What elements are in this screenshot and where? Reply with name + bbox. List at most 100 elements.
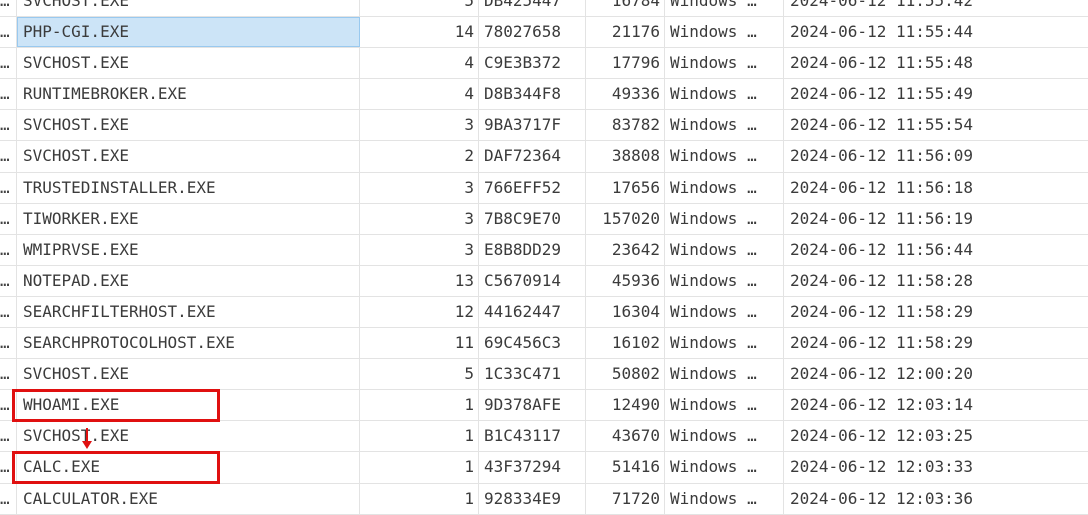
table-row[interactable]: … SVCHOST.EXE 5 DB425447 16784 Windows … 2024-… bbox=[0, 0, 1088, 18]
table-row[interactable]: … TIWORKER.EXE 3 7B8C9E70 157020 Windows … 202… bbox=[0, 203, 1088, 235]
hash-cell: 44162447 bbox=[479, 296, 586, 328]
row-expander-cell[interactable]: … bbox=[0, 421, 17, 452]
count-cell: 3 bbox=[360, 234, 479, 265]
os-cell: Windows … bbox=[665, 483, 784, 514]
timestamp-cell: 2024-06-12 11:58:29 bbox=[790, 333, 974, 353]
row-expander-cell[interactable]: … bbox=[0, 110, 17, 141]
table-row[interactable]: … CALC.EXE 1 43F37294 51416 Windows … 2024-06-… bbox=[0, 452, 1088, 484]
process-name-cell[interactable]: NOTEPAD.EXE bbox=[17, 265, 360, 296]
process-name-cell[interactable]: RUNTIMEBROKER.EXE bbox=[17, 79, 360, 110]
os-cell: Windows … bbox=[665, 79, 784, 110]
size-cell: 49336 bbox=[586, 79, 665, 110]
count-cell: 11 bbox=[360, 328, 479, 359]
process-name-cell[interactable]: SVCHOST.EXE bbox=[17, 110, 360, 141]
os-cell: Windows … bbox=[665, 296, 784, 328]
hash-cell: D8B344F8 bbox=[479, 79, 586, 110]
row-expander-cell[interactable]: … bbox=[0, 17, 17, 48]
size-cell: 16784 bbox=[586, 0, 665, 17]
hash-cell: DB425447 bbox=[479, 0, 586, 17]
table-row[interactable]: … SVCHOST.EXE 1 B1C43117 43670 Windows … 2024-… bbox=[0, 421, 1088, 453]
table-row[interactable]: … WMIPRVSE.EXE 3 E8B8DD29 23642 Windows … 2024… bbox=[0, 234, 1088, 266]
row-expander-cell[interactable]: … bbox=[0, 359, 17, 390]
table-row[interactable]: … SVCHOST.EXE 2 DAF72364 38808 Windows … 2024-… bbox=[0, 141, 1088, 173]
size-cell: 17796 bbox=[586, 48, 665, 79]
process-name-cell[interactable]: SEARCHPROTOCOLHOST.EXE bbox=[17, 328, 360, 359]
count-cell: 5 bbox=[360, 0, 479, 17]
os-cell: Windows … bbox=[665, 48, 784, 79]
process-name-cell[interactable]: TRUSTEDINSTALLER.EXE bbox=[17, 172, 360, 203]
down-arrow-annotation-icon bbox=[82, 428, 92, 449]
process-name-cell[interactable]: CALC.EXE bbox=[17, 452, 360, 483]
hash-cell: 1C33C471 bbox=[479, 359, 586, 390]
count-cell: 12 bbox=[360, 296, 479, 328]
row-expander-cell[interactable]: … bbox=[0, 328, 17, 359]
row-expander-cell[interactable]: … bbox=[0, 172, 17, 203]
process-name-cell[interactable]: SVCHOST.EXE bbox=[17, 421, 360, 452]
table-row[interactable]: … SVCHOST.EXE 5 1C33C471 50802 Windows … 2024-… bbox=[0, 359, 1088, 391]
hash-cell: 9BA3717F bbox=[479, 110, 586, 141]
table-row[interactable]: … SVCHOST.EXE 4 C9E3B372 17796 Windows … 2024-… bbox=[0, 48, 1088, 80]
row-expander-cell[interactable]: … bbox=[0, 483, 17, 514]
timestamp-cell: 2024-06-12 11:56:19 bbox=[790, 208, 974, 228]
table-row[interactable]: … SEARCHPROTOCOLHOST.EXE 11 69C456C3 16102 Wi… bbox=[0, 328, 1088, 360]
process-name-cell[interactable]: TIWORKER.EXE bbox=[17, 203, 360, 234]
size-cell: 38808 bbox=[586, 141, 665, 172]
process-name-cell[interactable]: SVCHOST.EXE bbox=[17, 359, 360, 390]
os-cell: Windows … bbox=[665, 328, 784, 359]
size-cell: 21176 bbox=[586, 17, 665, 48]
row-expander-cell[interactable]: … bbox=[0, 141, 17, 172]
size-cell: 16102 bbox=[586, 328, 665, 359]
process-name-cell[interactable]: CALCULATOR.EXE bbox=[17, 483, 360, 514]
row-expander-cell[interactable]: … bbox=[0, 48, 17, 79]
hash-cell: 78027658 bbox=[479, 17, 586, 48]
count-cell: 1 bbox=[360, 390, 479, 421]
process-name-cell[interactable]: SVCHOST.EXE bbox=[17, 141, 360, 172]
count-cell: 3 bbox=[360, 110, 479, 141]
table-row[interactable]: … CALCULATOR.EXE 1 928334E9 71720 Windows … 20… bbox=[0, 483, 1088, 515]
row-expander-cell[interactable]: … bbox=[0, 0, 17, 17]
count-cell: 5 bbox=[360, 359, 479, 390]
table-row[interactable]: … NOTEPAD.EXE 13 C5670914 45936 Windows … 2024… bbox=[0, 265, 1088, 297]
count-cell: 1 bbox=[360, 452, 479, 483]
row-expander-cell[interactable]: … bbox=[0, 296, 17, 328]
timestamp-cell: 2024-06-12 11:56:09 bbox=[790, 146, 974, 166]
count-cell: 1 bbox=[360, 421, 479, 452]
size-cell: 17656 bbox=[586, 172, 665, 203]
table-row[interactable]: … SVCHOST.EXE 3 9BA3717F 83782 Windows … 2024-… bbox=[0, 110, 1088, 142]
count-cell: 4 bbox=[360, 79, 479, 110]
timestamp-cell: 2024-06-12 12:03:36 bbox=[790, 488, 974, 508]
process-name-cell[interactable]: WHOAMI.EXE bbox=[17, 390, 360, 421]
hash-cell: 69C456C3 bbox=[479, 328, 586, 359]
table-row[interactable]: … TRUSTEDINSTALLER.EXE 3 766EFF52 17656 Windo… bbox=[0, 172, 1088, 204]
hash-cell: 766EFF52 bbox=[479, 172, 586, 203]
row-expander-cell[interactable]: … bbox=[0, 234, 17, 265]
hash-cell: E8B8DD29 bbox=[479, 234, 586, 265]
timestamp-cell: 2024-06-12 12:03:14 bbox=[790, 395, 974, 415]
os-cell: Windows … bbox=[665, 359, 784, 390]
row-expander-cell[interactable]: … bbox=[0, 79, 17, 110]
table-row[interactable]: … SEARCHFILTERHOST.EXE 12 44162447 16304 Wind… bbox=[0, 296, 1088, 329]
row-expander-cell[interactable]: … bbox=[0, 203, 17, 234]
row-expander-cell[interactable]: … bbox=[0, 452, 17, 483]
timestamp-cell: 2024-06-12 11:55:44 bbox=[790, 22, 974, 42]
process-name-cell[interactable]: SEARCHFILTERHOST.EXE bbox=[17, 296, 360, 328]
timestamp-cell: 2024-06-12 11:55:48 bbox=[790, 53, 974, 73]
hash-cell: C9E3B372 bbox=[479, 48, 586, 79]
table-row[interactable]: … PHP-CGI.EXE 14 78027658 21176 Windows … 2024… bbox=[0, 17, 1088, 49]
row-expander-cell[interactable]: … bbox=[0, 265, 17, 296]
table-row[interactable]: … WHOAMI.EXE 1 9D378AFE 12490 Windows … 2024-0… bbox=[0, 390, 1088, 422]
process-name-cell[interactable]: SVCHOST.EXE bbox=[17, 0, 360, 17]
process-name-cell[interactable]: WMIPRVSE.EXE bbox=[17, 234, 360, 265]
size-cell: 43670 bbox=[586, 421, 665, 452]
timestamp-cell: 2024-06-12 11:55:54 bbox=[790, 115, 974, 135]
timestamp-cell: 2024-06-12 11:58:29 bbox=[790, 301, 974, 321]
timestamp-cell: 2024-06-12 11:55:49 bbox=[790, 84, 974, 104]
process-name-cell[interactable]: PHP-CGI.EXE bbox=[17, 17, 360, 48]
table-row[interactable]: … RUNTIMEBROKER.EXE 4 D8B344F8 49336 Windows … bbox=[0, 79, 1088, 111]
process-name-cell[interactable]: SVCHOST.EXE bbox=[17, 48, 360, 79]
count-cell: 3 bbox=[360, 172, 479, 203]
os-cell: Windows … bbox=[665, 17, 784, 48]
count-cell: 13 bbox=[360, 265, 479, 296]
row-expander-cell[interactable]: … bbox=[0, 390, 17, 421]
size-cell: 16304 bbox=[586, 296, 665, 328]
